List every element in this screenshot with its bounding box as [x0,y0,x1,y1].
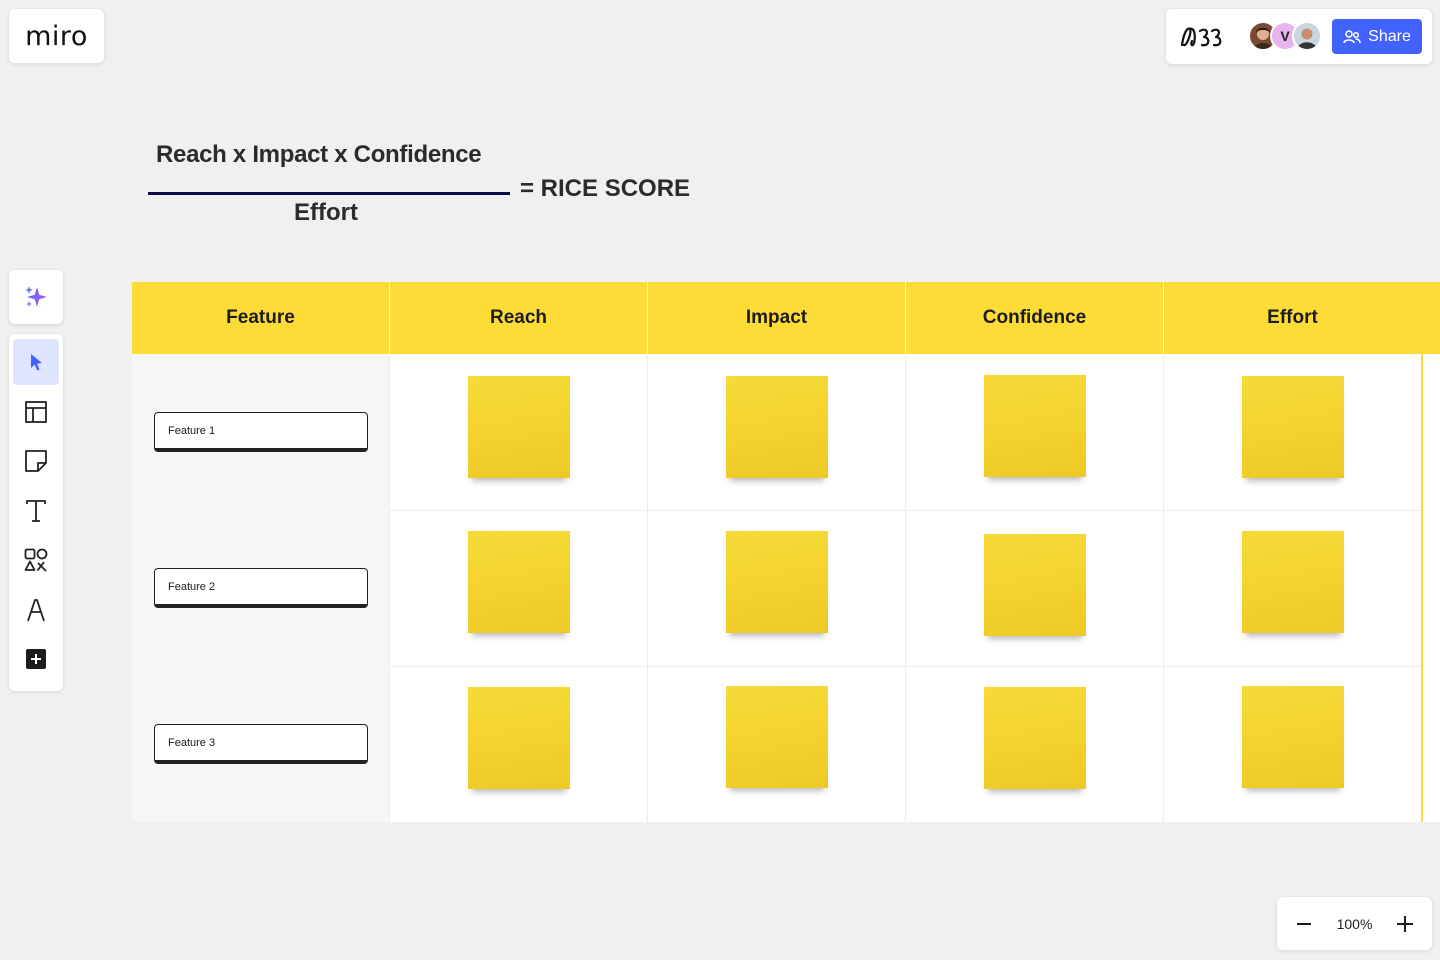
column-header-confidence[interactable]: Confidence [906,282,1163,354]
share-button[interactable]: Share [1332,19,1422,54]
sticky-note[interactable] [726,376,828,478]
formula-result[interactable]: = RICE SCORE [520,175,690,203]
sticky-note-tool[interactable] [13,438,59,484]
feature-card[interactable]: Feature 3 [154,724,368,764]
tool-panel [9,334,63,691]
column-header-effort[interactable]: Effort [1164,282,1421,354]
miro-logo[interactable]: miro [25,23,88,50]
formula-divider [148,192,510,195]
cursor-icon [31,354,42,371]
text-tool[interactable] [13,488,59,534]
column-header-feature[interactable]: Feature [132,282,389,354]
formula-denominator[interactable]: Effort [294,199,358,227]
sticky-note[interactable] [984,687,1086,789]
add-more-tool[interactable] [13,636,59,682]
column-divider [1163,354,1164,822]
sticky-note[interactable] [726,686,828,788]
column-header-impact[interactable]: Impact [648,282,905,354]
next-column-edge [1423,354,1440,822]
avatar[interactable] [1292,20,1322,51]
collaborator-avatars[interactable]: V [1248,20,1324,53]
plus-square-icon [26,649,46,669]
scribble-signature-icon[interactable] [1178,21,1234,53]
column-divider [905,354,906,822]
sticky-note-icon [25,450,47,472]
sticky-note[interactable] [1242,686,1344,788]
feature-card[interactable]: Feature 2 [154,568,368,608]
sticky-note[interactable] [468,376,570,478]
pen-tool[interactable] [13,587,59,633]
text-icon [26,499,46,522]
plus-icon [1397,915,1413,932]
column-header-reach[interactable]: Reach [390,282,647,354]
sticky-note[interactable] [1242,531,1344,633]
share-label: Share [1368,27,1411,45]
column-divider [647,354,648,822]
sticky-note[interactable] [984,534,1086,636]
minus-icon [1297,922,1311,925]
layout-icon [25,400,47,423]
users-icon [1343,29,1361,43]
row-divider [390,510,1421,511]
sticky-note[interactable] [468,531,570,633]
sticky-note[interactable] [468,687,570,789]
zoom-out-button[interactable] [1291,911,1317,937]
rice-table: Feature Reach Impact Confidence Effort F… [132,282,1440,822]
feature-card[interactable]: Feature 1 [154,412,368,452]
row-divider [390,666,1421,667]
pen-icon [27,598,45,621]
sticky-note[interactable] [1242,376,1344,478]
zoom-control: 100% [1277,897,1432,950]
sparkle-icon [25,286,47,307]
templates-tool[interactable] [13,389,59,435]
shapes-icon [24,548,48,572]
sticky-note[interactable] [726,531,828,633]
collaboration-bar: V Share [1166,9,1432,64]
shapes-tool[interactable] [13,537,59,583]
ai-assist-button[interactable] [9,270,63,324]
sticky-note[interactable] [984,375,1086,477]
zoom-level[interactable]: 100% [1337,916,1373,932]
logo-panel[interactable]: miro [9,9,104,63]
select-tool[interactable] [13,339,59,385]
zoom-in-button[interactable] [1392,911,1418,937]
formula-numerator[interactable]: Reach x Impact x Confidence [156,141,501,169]
